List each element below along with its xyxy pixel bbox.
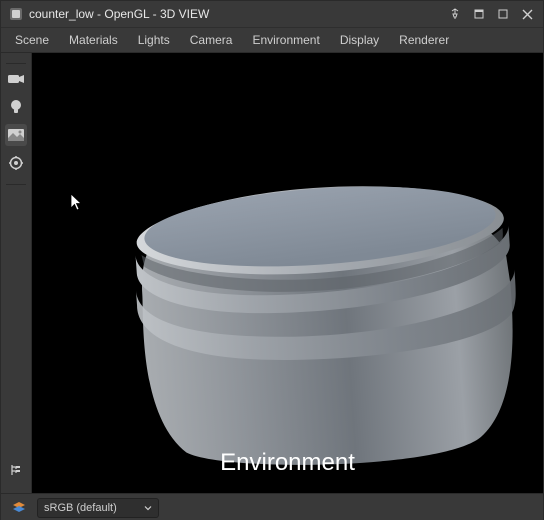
environment-icon[interactable] [5, 124, 27, 146]
chevron-down-icon [144, 504, 152, 512]
menu-lights[interactable]: Lights [128, 30, 180, 50]
titlebar: counter_low - OpenGL - 3D VIEW [1, 1, 543, 28]
menu-environment[interactable]: Environment [242, 30, 329, 50]
sidebar-separator [6, 63, 26, 64]
pin-button[interactable] [445, 4, 465, 24]
app-icon [9, 7, 23, 21]
window-title: counter_low - OpenGL - 3D VIEW [29, 7, 441, 21]
window: counter_low - OpenGL - 3D VIEW Scene Mat… [0, 0, 544, 520]
minimize-button[interactable] [469, 4, 489, 24]
maximize-button[interactable] [493, 4, 513, 24]
menu-camera[interactable]: Camera [180, 30, 243, 50]
menu-renderer[interactable]: Renderer [389, 30, 459, 50]
layers-icon[interactable] [11, 500, 27, 516]
settings-icon[interactable] [5, 152, 27, 174]
tree-icon[interactable] [5, 459, 27, 481]
sidebar-separator [6, 184, 26, 185]
close-button[interactable] [517, 4, 537, 24]
camera-icon[interactable] [5, 68, 27, 90]
viewport-3d[interactable]: Environment [32, 53, 543, 493]
viewport-object [101, 139, 532, 487]
sidebar [1, 53, 32, 493]
body: Environment [1, 53, 543, 493]
colorspace-dropdown[interactable]: sRGB (default) [37, 498, 159, 518]
menu-materials[interactable]: Materials [59, 30, 128, 50]
menubar: Scene Materials Lights Camera Environmen… [1, 28, 543, 53]
lightbulb-icon[interactable] [5, 96, 27, 118]
mouse-cursor [70, 193, 84, 213]
menu-scene[interactable]: Scene [5, 30, 59, 50]
viewport-overlay-label: Environment [220, 449, 355, 477]
menu-display[interactable]: Display [330, 30, 389, 50]
colorspace-selected: sRGB (default) [44, 502, 138, 514]
statusbar: sRGB (default) [1, 493, 543, 520]
